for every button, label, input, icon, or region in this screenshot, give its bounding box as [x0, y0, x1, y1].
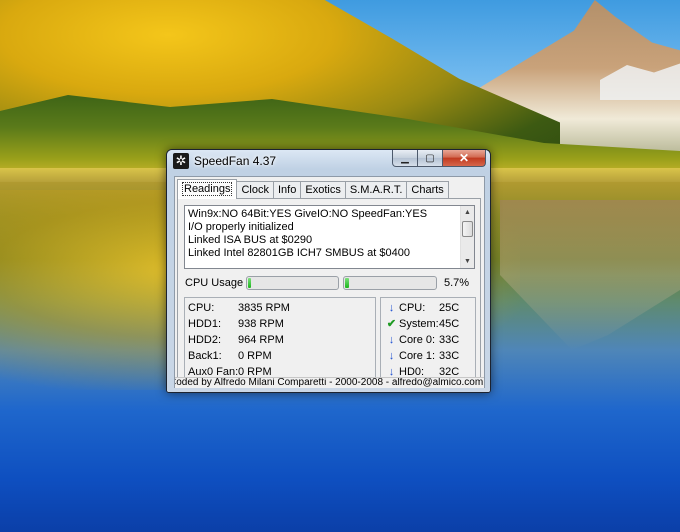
tab-label: Readings: [182, 182, 233, 196]
scroll-up-arrow-icon[interactable]: ▲: [461, 206, 474, 219]
log-line: I/O properly initialized: [188, 221, 294, 233]
cpu-usage-bar-core1: [343, 276, 437, 290]
fan-row: CPU: 3835 RPM: [188, 300, 290, 316]
title-bar[interactable]: ✲ SpeedFan 4.37 ▁ ▢ ✕: [167, 150, 490, 172]
temp-value: 33C: [439, 334, 460, 346]
close-icon: ✕: [458, 151, 470, 165]
cpu-usage-bar-core0: [246, 276, 339, 290]
fan-readings: CPU: 3835 RPM HDD1: 938 RPM HDD2: 964 RPM B…: [184, 297, 376, 381]
close-button[interactable]: ✕: [443, 150, 486, 167]
scroll-thumb[interactable]: [462, 221, 473, 237]
fan-row: HDD1: 938 RPM: [188, 316, 284, 332]
temp-row: ↓ CPU: 25C: [384, 300, 459, 316]
scroll-down-arrow-icon[interactable]: ▼: [461, 255, 474, 268]
readings-panel: Win9x:NO 64Bit:YES GiveIO:NO SpeedFan:YE…: [177, 198, 481, 386]
log-lines: Win9x:NO 64Bit:YES GiveIO:NO SpeedFan:YE…: [188, 208, 458, 260]
temp-row: ↓ Core 0: 33C: [384, 332, 459, 348]
speedfan-app-icon[interactable]: ✲: [173, 153, 189, 169]
temp-name: Core 0:: [399, 334, 436, 346]
log-scrollbar[interactable]: ▲ ▼: [460, 206, 474, 268]
tab-clock[interactable]: Clock: [236, 181, 274, 199]
fan-value: 938 RPM: [238, 318, 284, 330]
arrow-down-icon: ↓: [388, 302, 395, 314]
fan-value: 964 RPM: [238, 334, 284, 346]
status-text: Coded by Alfredo Milani Comparetti - 200…: [175, 377, 484, 388]
temperature-readings: ↓ CPU: 25C ✔ System:45C ↓ Core 0: 33C ↓ Core 1…: [380, 297, 476, 381]
cpu-usage-percent: 5.7%: [444, 277, 470, 289]
temp-name: CPU:: [399, 302, 426, 314]
temp-value: 25C: [439, 302, 460, 314]
maximize-button[interactable]: ▢: [418, 150, 443, 167]
tab-label: Charts: [411, 184, 444, 196]
tab-strip: Readings Clock Info Exotics S.M.A.R.T. C…: [177, 179, 449, 199]
tab-label: Exotics: [305, 184, 341, 196]
temp-row: ✔ System:45C: [384, 316, 459, 332]
caption-buttons: ▁ ▢ ✕: [392, 150, 486, 167]
tab-label: Info: [278, 184, 297, 196]
temp-name: Core 1:: [399, 350, 436, 362]
checkmark-icon: ✔: [386, 318, 397, 330]
window-title: SpeedFan 4.37: [194, 154, 277, 168]
cpu-usage-fill: [248, 278, 251, 288]
arrow-down-icon: ↓: [388, 334, 395, 346]
minimize-icon: ▁: [401, 152, 409, 164]
status-bar: Coded by Alfredo Milani Comparetti - 200…: [175, 377, 484, 388]
tab-label: S.M.A.R.T.: [349, 184, 403, 196]
log-line: Linked Intel 82801GB ICH7 SMBUS at $0400: [188, 247, 410, 259]
fan-name: Back1:: [188, 350, 222, 362]
temp-row: ↓ Core 1: 33C: [384, 348, 459, 364]
log-box[interactable]: Win9x:NO 64Bit:YES GiveIO:NO SpeedFan:YE…: [184, 205, 475, 269]
fan-name: HDD1:: [188, 318, 222, 330]
temp-value: 33C: [439, 350, 460, 362]
tab-readings[interactable]: Readings: [177, 179, 238, 199]
tab-smart[interactable]: S.M.A.R.T.: [344, 181, 408, 199]
client-area: Readings Clock Info Exotics S.M.A.R.T. C…: [174, 176, 485, 388]
cpu-usage-label: CPU Usage: [185, 277, 244, 289]
fan-name: CPU:: [188, 302, 215, 314]
maximize-icon: ▢: [425, 152, 435, 164]
tab-label: Clock: [241, 184, 269, 196]
speedfan-window[interactable]: ✲ SpeedFan 4.37 ▁ ▢ ✕ Readings Clock Inf…: [166, 149, 491, 393]
log-line: Linked ISA BUS at $0290: [188, 234, 313, 246]
tab-charts[interactable]: Charts: [406, 181, 449, 199]
log-line: Win9x:NO 64Bit:YES GiveIO:NO SpeedFan:YE…: [188, 208, 428, 220]
fan-value: 3835 RPM: [238, 302, 290, 314]
fan-row: Back1: 0 RPM: [188, 348, 272, 364]
minimize-button[interactable]: ▁: [392, 150, 418, 167]
arrow-down-icon: ↓: [388, 350, 395, 362]
temp-name: System:: [399, 318, 439, 330]
temp-value: 45C: [439, 318, 460, 330]
cpu-usage-fill: [345, 278, 349, 288]
tab-exotics[interactable]: Exotics: [300, 181, 346, 199]
tab-info[interactable]: Info: [273, 181, 302, 199]
fan-name: HDD2:: [188, 334, 222, 346]
fan-row: HDD2: 964 RPM: [188, 332, 284, 348]
fan-value: 0 RPM: [238, 350, 272, 362]
